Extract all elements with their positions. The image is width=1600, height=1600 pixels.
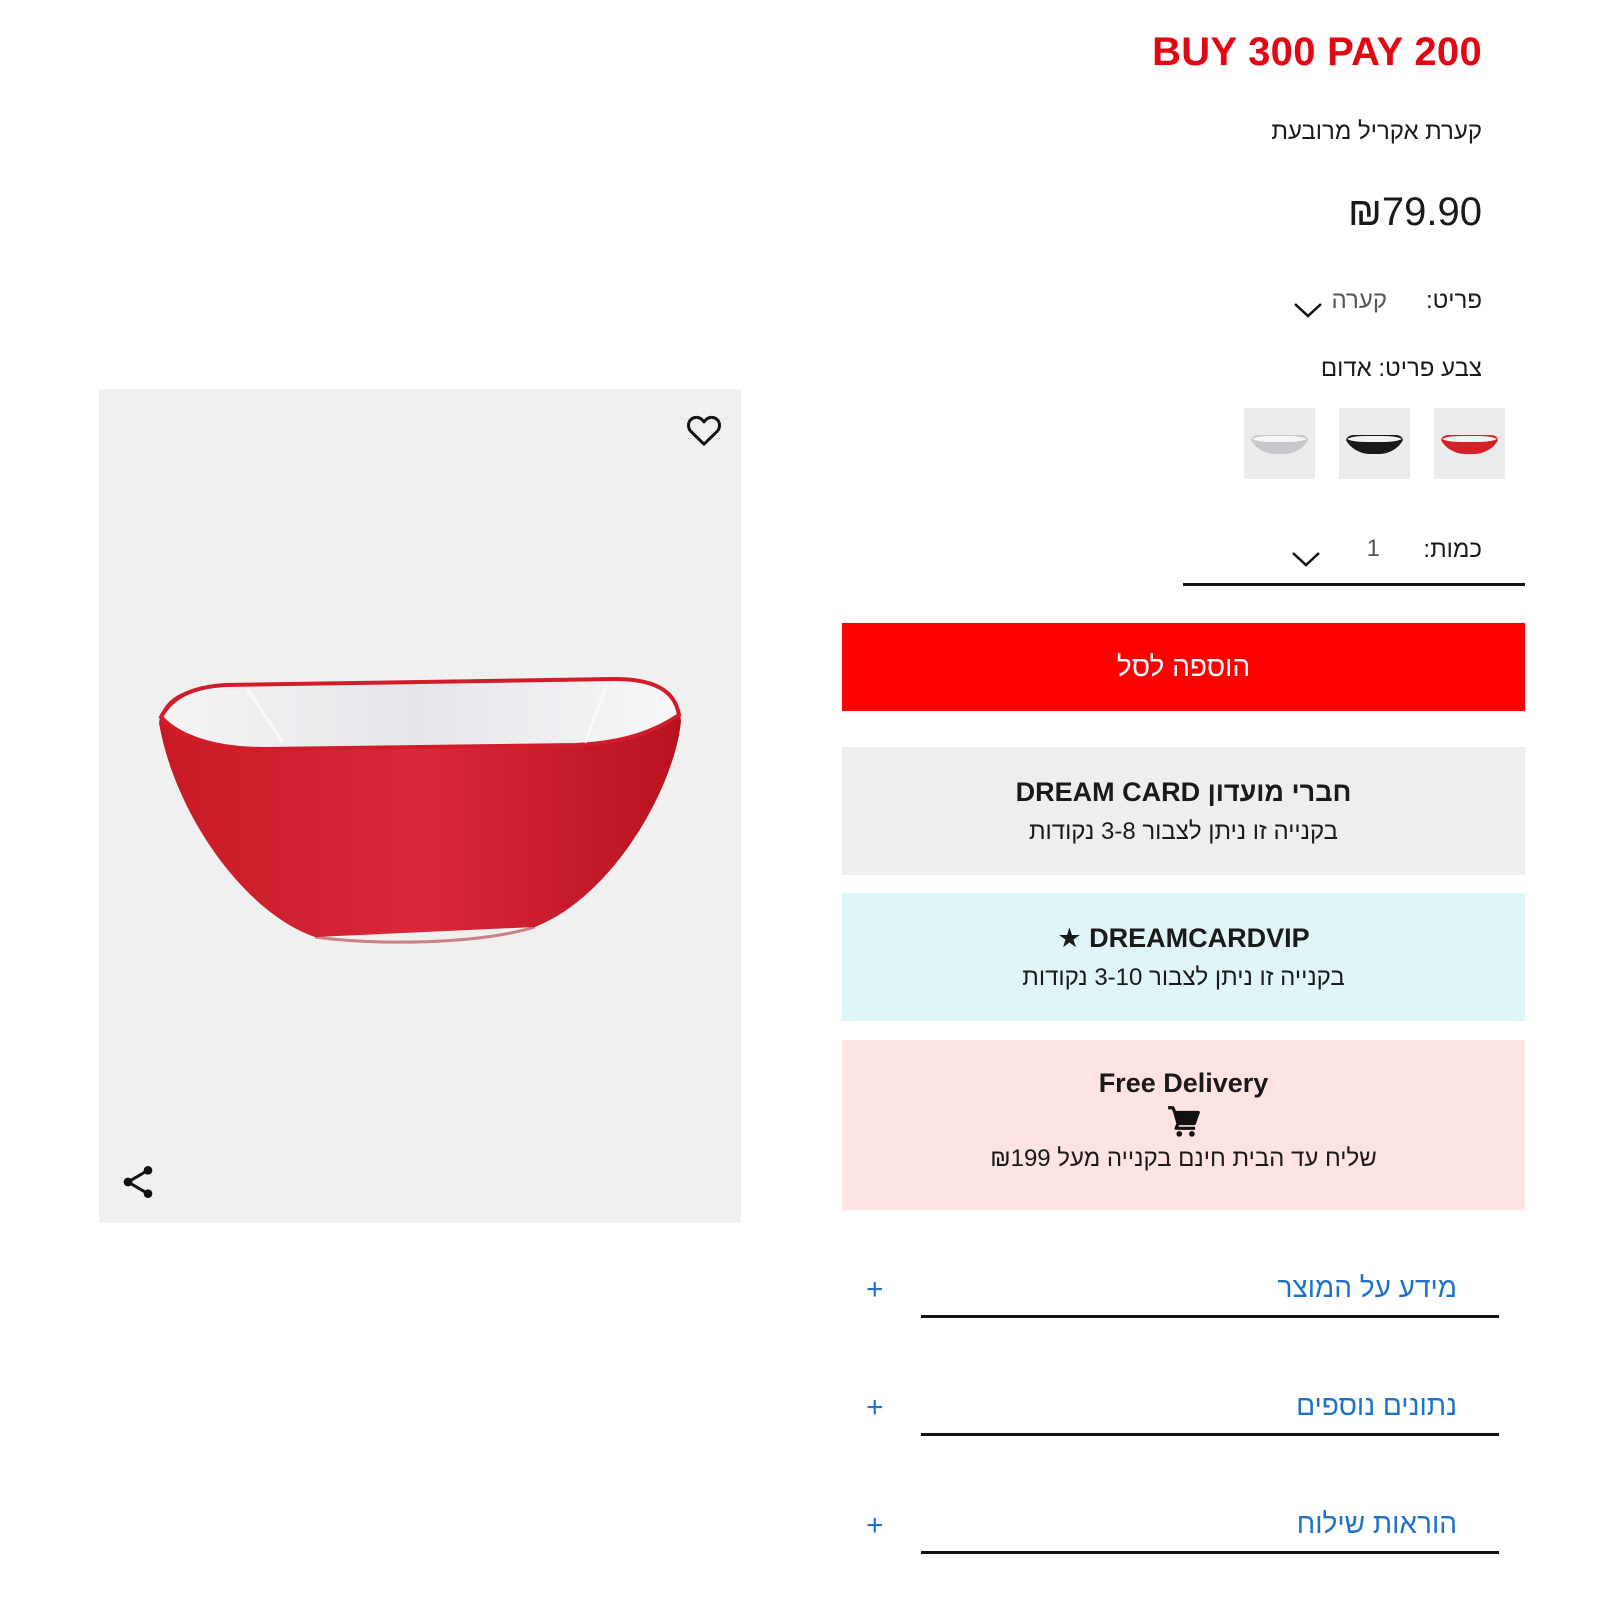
free-delivery-text: שליח עד הבית חינם בקנייה מעל ₪199 [990, 1145, 1377, 1172]
product-title: קערת אקריל מרובעת [1271, 118, 1482, 145]
share-icon [123, 1166, 153, 1198]
swatch-black-bowl-image [1346, 435, 1403, 454]
vip-card-text: בקנייה זו ניתן לצבור 3-10 נקודות [1022, 964, 1345, 991]
accordion-divider [921, 1433, 1499, 1436]
free-delivery-title: Free Delivery [1098, 1068, 1269, 1098]
dream-card-box: חברי מועדון DREAM CARD בקנייה זו ניתן לצ… [842, 747, 1525, 875]
vip-card-box: ★ DREAMCARDVIP בקנייה זו ניתן לצבור 3-10… [842, 893, 1525, 1021]
quantity-underline [1183, 583, 1525, 586]
accordion-product-info[interactable]: מידע על המוצר [1278, 1272, 1457, 1304]
vip-card-title: ★ DREAMCARDVIP [1057, 923, 1310, 953]
swatch-black[interactable] [1339, 408, 1410, 479]
promo-banner: BUY 300 PAY 200 [1152, 30, 1482, 74]
add-to-cart-button[interactable]: הוספה לסל [842, 623, 1525, 711]
color-label: צבע פריט: אדום [1320, 355, 1482, 382]
chevron-down-icon [1294, 303, 1322, 318]
cart-icon [1167, 1106, 1200, 1137]
quantity-select-value[interactable]: 1 [1367, 535, 1380, 563]
dream-card-title: חברי מועדון DREAM CARD [1015, 777, 1352, 807]
accordion-additional-data-toggle[interactable]: + [866, 1391, 884, 1425]
share-button[interactable] [118, 1162, 158, 1202]
accordion-divider [921, 1551, 1499, 1554]
item-select-value[interactable]: קערה [1332, 287, 1387, 315]
accordion-product-info-toggle[interactable]: + [866, 1273, 884, 1307]
chevron-down-icon [1292, 552, 1320, 567]
item-label: פריט: [1425, 287, 1482, 314]
accordion-divider [921, 1315, 1499, 1318]
wishlist-button[interactable] [684, 410, 724, 450]
swatch-red-bowl-image [1441, 435, 1498, 454]
accordion-additional-data[interactable]: נתונים נוספים [1296, 1390, 1457, 1422]
quantity-select-dropdown[interactable] [1291, 549, 1321, 569]
quantity-label: כמות: [1423, 536, 1482, 563]
item-select-dropdown[interactable] [1293, 300, 1323, 320]
product-price: ₪79.90 [1347, 190, 1482, 234]
swatch-red[interactable] [1434, 408, 1505, 479]
swatch-white[interactable] [1244, 408, 1315, 479]
dream-card-text: בקנייה זו ניתן לצבור 3-8 נקודות [1028, 818, 1339, 845]
swatch-white-bowl-image [1251, 435, 1308, 454]
accordion-shipping-instructions[interactable]: הוראות שילוח [1297, 1508, 1457, 1540]
product-image[interactable] [155, 665, 685, 955]
free-delivery-box: Free Delivery שליח עד הבית חינם בקנייה מ… [842, 1040, 1525, 1210]
heart-icon [686, 415, 722, 446]
accordion-shipping-instructions-toggle[interactable]: + [866, 1509, 884, 1543]
